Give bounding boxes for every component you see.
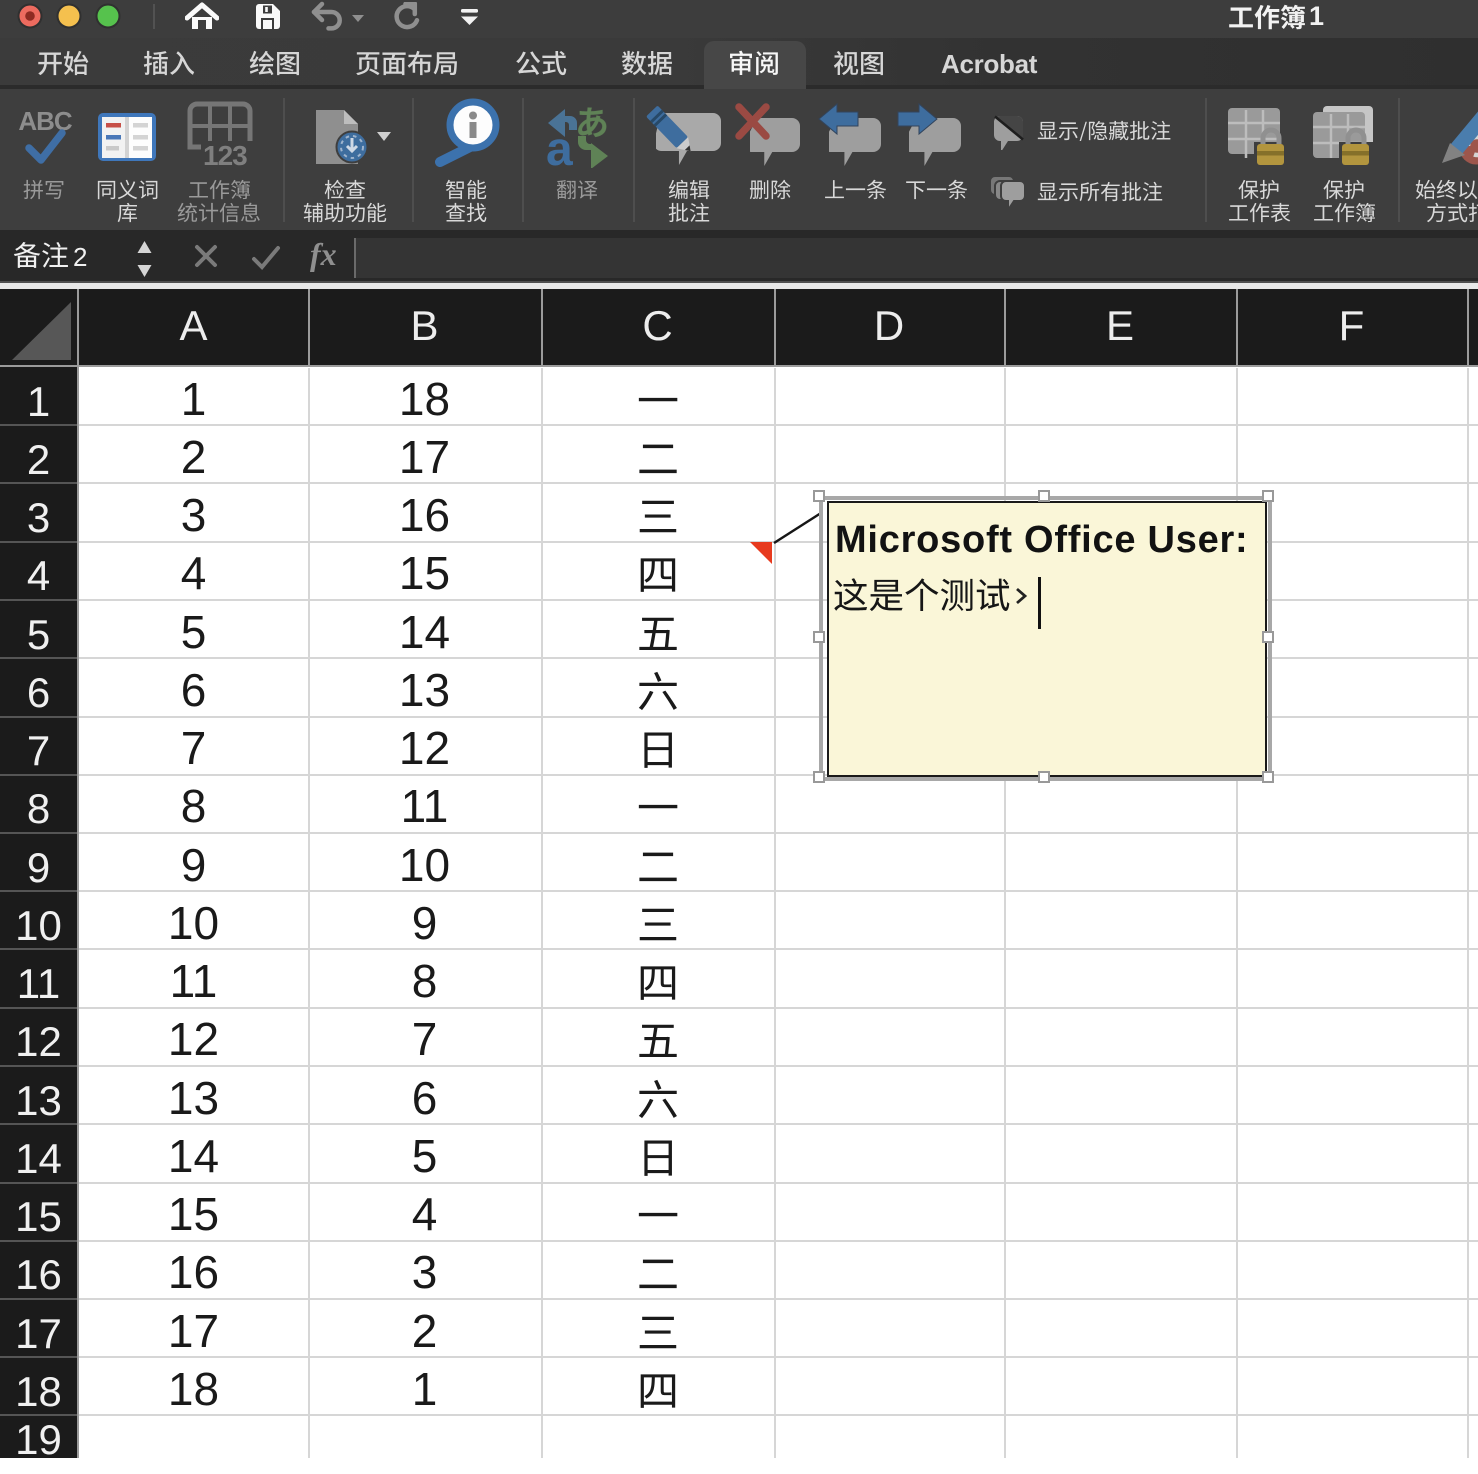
svg-text:123: 123	[203, 140, 247, 169]
